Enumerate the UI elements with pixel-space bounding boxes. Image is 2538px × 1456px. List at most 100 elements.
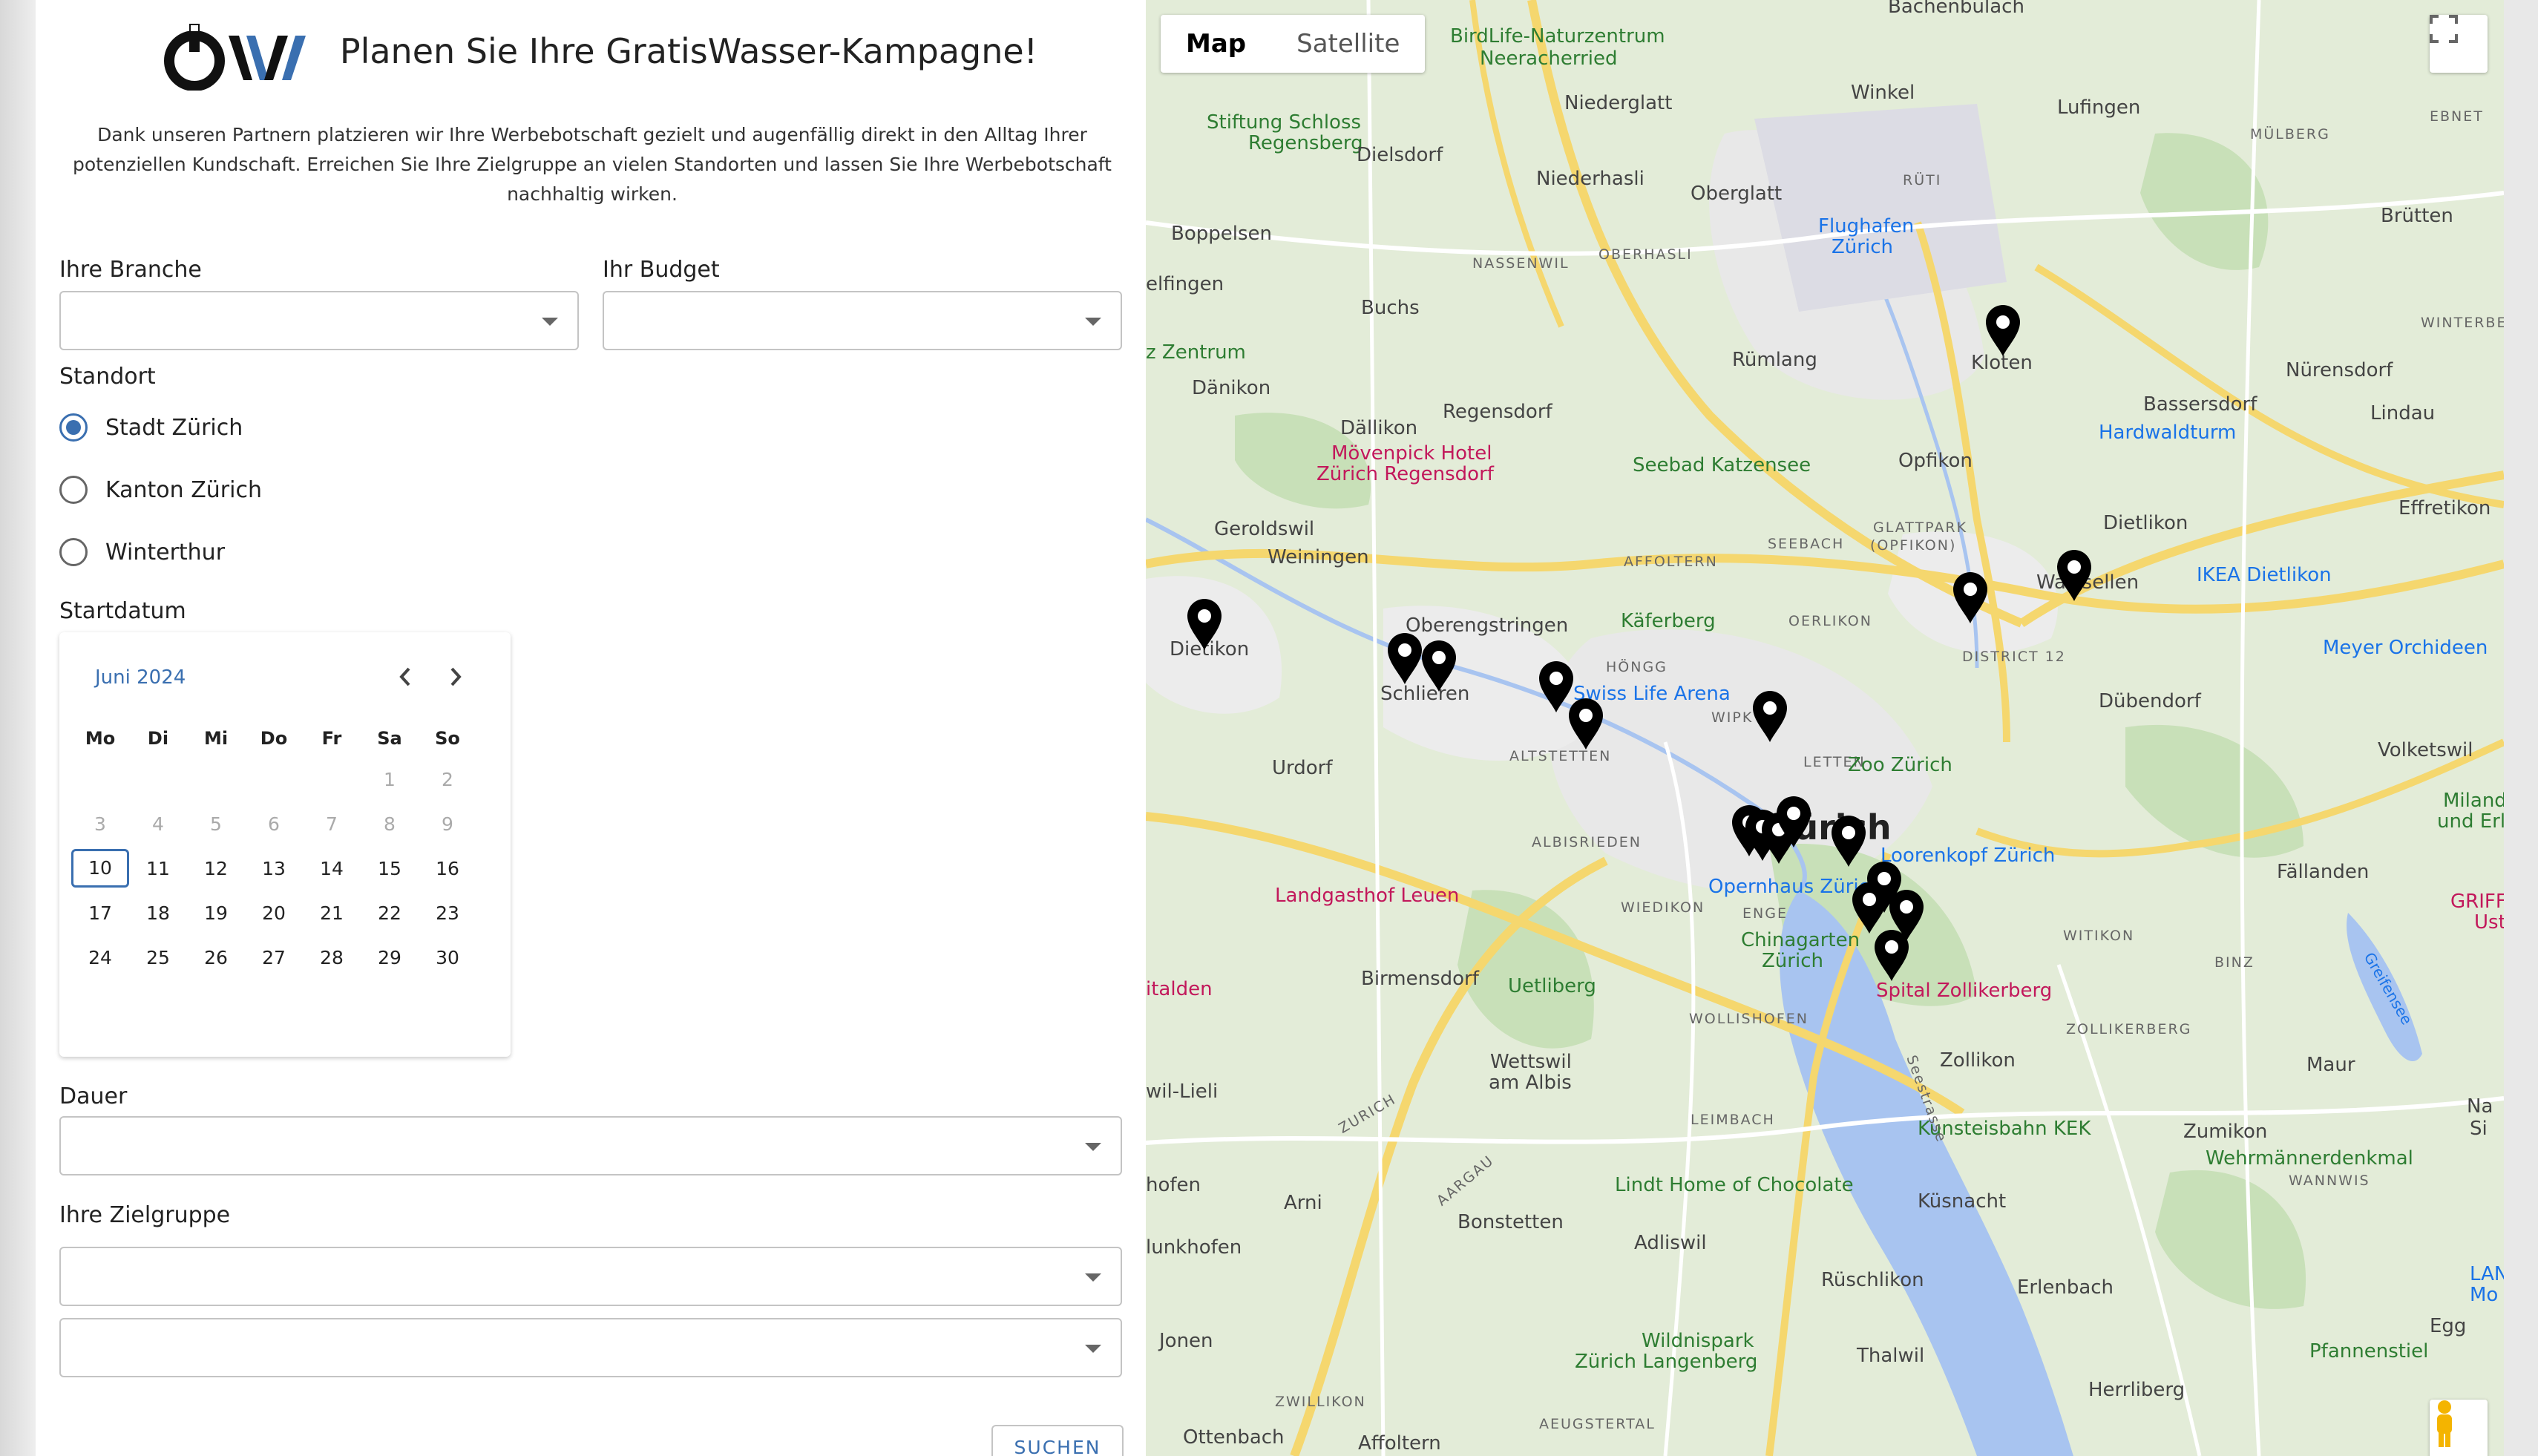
- calendar-day: 7: [326, 813, 338, 835]
- budget-select[interactable]: [603, 291, 1122, 350]
- fullscreen-icon[interactable]: [2430, 15, 2488, 73]
- map-label: Niederglatt: [1564, 92, 1673, 114]
- pegman-icon[interactable]: [2430, 1400, 2488, 1456]
- map-label: Jonen: [1159, 1330, 1213, 1352]
- budget-label: Ihr Budget: [603, 257, 720, 283]
- branche-select[interactable]: [59, 291, 579, 350]
- map-label: Adliswil: [1634, 1232, 1707, 1254]
- radio-winterthur[interactable]: Winterthur: [59, 531, 225, 573]
- calendar-day: [303, 757, 361, 801]
- map-label: Zürich: [1762, 950, 1823, 972]
- weekday-label: Sa: [377, 728, 402, 749]
- calendar-day: [187, 757, 245, 801]
- search-button[interactable]: SUCHEN: [991, 1425, 1124, 1456]
- calendar-day[interactable]: 11: [129, 846, 187, 891]
- campaign-form-panel: Planen Sie Ihre GratisWasser-Kampagne! D…: [36, 0, 1146, 1456]
- map-pin-icon[interactable]: [1984, 304, 2021, 358]
- chevron-down-icon: [1085, 1143, 1101, 1151]
- map-label: Maur: [2306, 1054, 2355, 1076]
- map-label: Bachenbülach: [1888, 0, 2024, 18]
- map-label: Regensdorf: [1443, 401, 1552, 423]
- calendar-day[interactable]: 27: [245, 935, 303, 980]
- map-pin-icon[interactable]: [1851, 882, 1888, 935]
- calendar-day[interactable]: 10: [71, 846, 129, 891]
- calendar-day[interactable]: 12: [187, 846, 245, 891]
- map-pin-icon[interactable]: [1420, 640, 1457, 693]
- calendar-day[interactable]: 28: [303, 935, 361, 980]
- map-pin-icon[interactable]: [1830, 815, 1867, 868]
- radio-stadt-zurich[interactable]: Stadt Zürich: [59, 407, 243, 448]
- map-label: ALBISRIEDEN: [1532, 834, 1642, 850]
- map-type-map-button[interactable]: Map: [1161, 15, 1271, 73]
- map-label: Boppelsen: [1171, 223, 1272, 245]
- radio-button[interactable]: [59, 476, 88, 504]
- radio-button-checked[interactable]: [59, 413, 88, 442]
- calendar-day[interactable]: 26: [187, 935, 245, 980]
- dauer-select[interactable]: [59, 1116, 1122, 1175]
- radio-label: Stadt Zürich: [105, 414, 243, 441]
- calendar-day[interactable]: 22: [361, 891, 419, 935]
- weekday-label: Di: [147, 728, 169, 749]
- calendar-day: [245, 757, 303, 801]
- map-label: WANNWIS: [2289, 1173, 2370, 1189]
- map-label: Wehrmännerdenkmal: [2206, 1147, 2413, 1170]
- calendar-day[interactable]: 14: [303, 846, 361, 891]
- calendar-day[interactable]: 18: [129, 891, 187, 935]
- map-pin-icon[interactable]: [1775, 796, 1812, 849]
- map-view[interactable]: Bachenbülach BirdLife-Naturzentrum Neera…: [1146, 0, 2504, 1456]
- zielgruppe-select-1[interactable]: [59, 1247, 1122, 1306]
- calendar-day: 9: [442, 813, 453, 835]
- calendar-day[interactable]: 29: [361, 935, 419, 980]
- dauer-label: Dauer: [59, 1083, 128, 1109]
- chevron-down-icon: [1085, 1345, 1101, 1353]
- map-label: Regensberg: [1248, 132, 1363, 154]
- map-label: Landgasthof Leuen: [1275, 885, 1460, 907]
- calendar-day[interactable]: 30: [419, 935, 476, 980]
- map-label: Meyer Orchideen: [2323, 637, 2488, 659]
- map-label: Uetliberg: [1508, 975, 1596, 997]
- map-label: Rümlang: [1732, 349, 1817, 371]
- radio-kanton-zurich[interactable]: Kanton Zürich: [59, 469, 262, 511]
- page-edge-shade: [2504, 0, 2538, 1456]
- calendar-day[interactable]: 13: [245, 846, 303, 891]
- intro-line: Dank unseren Partnern platzieren wir Ihr…: [97, 124, 1087, 145]
- map-label: hofen: [1146, 1174, 1201, 1196]
- map-label: Urdorf: [1272, 757, 1333, 779]
- calendar-day[interactable]: 25: [129, 935, 187, 980]
- calendar-month-label[interactable]: Juni 2024: [95, 666, 186, 689]
- calendar-day[interactable]: 19: [187, 891, 245, 935]
- map-label: WIEDIKON: [1621, 899, 1705, 916]
- map-label: AEUGSTERTAL: [1539, 1416, 1656, 1432]
- prev-month-icon[interactable]: [389, 660, 422, 693]
- map-label: DISTRICT 12: [1962, 649, 2066, 665]
- calendar-day[interactable]: 24: [71, 935, 129, 980]
- next-month-icon[interactable]: [439, 660, 472, 693]
- map-label: Chinagarten: [1741, 929, 1860, 951]
- calendar-day[interactable]: 20: [245, 891, 303, 935]
- map-pin-icon[interactable]: [1386, 632, 1423, 686]
- zielgruppe-select-2[interactable]: [59, 1318, 1122, 1377]
- calendar-day[interactable]: 15: [361, 846, 419, 891]
- map-pin-icon[interactable]: [1751, 690, 1788, 744]
- map-type-satellite-button[interactable]: Satellite: [1271, 15, 1425, 73]
- calendar-day[interactable]: 21: [303, 891, 361, 935]
- map-pin-icon[interactable]: [2056, 549, 2093, 603]
- calendar-day[interactable]: 16: [419, 846, 476, 891]
- map-label: LAN: [2470, 1263, 2504, 1285]
- map-pin-icon[interactable]: [1186, 598, 1223, 652]
- calendar-week: 17 18 19 20 21 22 23: [71, 891, 499, 935]
- calendar-day[interactable]: 17: [71, 891, 129, 935]
- radio-button[interactable]: [59, 538, 88, 566]
- weekday-label: Do: [260, 728, 288, 749]
- map-label: Si: [2470, 1118, 2488, 1140]
- calendar-day[interactable]: 23: [419, 891, 476, 935]
- map-label: Birmensdorf: [1361, 968, 1479, 990]
- map-pin-icon[interactable]: [1567, 698, 1604, 751]
- map-pin-icon[interactable]: [1952, 571, 1989, 625]
- map-label: Effretikon: [2398, 497, 2491, 519]
- map-label: Egg: [2430, 1315, 2467, 1337]
- map-label: Stiftung Schloss: [1207, 111, 1362, 134]
- map-label: Seebad Katzensee: [1633, 454, 1811, 476]
- map-label: ENGE: [1742, 905, 1788, 922]
- map-pin-icon[interactable]: [1888, 889, 1925, 942]
